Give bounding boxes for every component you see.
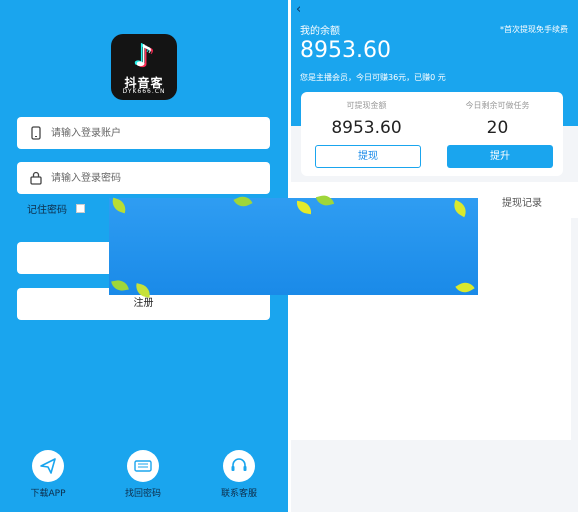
- fee-note: *首次提现免手续费: [500, 25, 568, 34]
- contact-service-label: 联系客服: [220, 489, 257, 499]
- find-password-button[interactable]: 找回密码: [113, 450, 173, 499]
- withdrawable-value: 8953.60: [331, 118, 402, 138]
- phone-icon: [31, 126, 41, 140]
- download-app-label: 下载APP: [30, 489, 66, 499]
- lock-icon: [30, 171, 42, 185]
- app-logo: ♪ 抖音客 DYK666.CN: [111, 34, 177, 100]
- leaf-decoration: [450, 199, 470, 218]
- find-password-label: 找回密码: [124, 489, 161, 499]
- upgrade-button[interactable]: 提升: [447, 145, 553, 168]
- leaf-decoration: [111, 278, 129, 293]
- remember-checkbox[interactable]: [76, 204, 85, 213]
- withdraw-button[interactable]: 提现: [315, 145, 421, 168]
- tab-withdraw-records[interactable]: 提现记录: [502, 194, 542, 209]
- send-icon: [40, 458, 56, 474]
- leaf-decoration: [455, 278, 475, 297]
- overlay-banner: [109, 193, 478, 298]
- password-field: [17, 162, 270, 194]
- keyboard-icon: [134, 460, 152, 472]
- wallet-title: 我的余额: [300, 26, 340, 37]
- password-input[interactable]: [51, 168, 261, 188]
- leaf-decoration: [295, 200, 313, 215]
- withdrawable-label: 可提现金额: [346, 101, 387, 110]
- back-icon[interactable]: ‹: [296, 2, 301, 17]
- tasks-value: 20: [486, 118, 509, 138]
- remember-label: 记住密码: [27, 205, 67, 216]
- music-note-icon: ♪: [134, 39, 154, 74]
- account-field: [17, 117, 270, 149]
- leaf-decoration: [109, 197, 129, 214]
- logo-subtitle: DYK666.CN: [122, 88, 166, 95]
- headset-icon: [231, 458, 247, 471]
- balance-card: 可提现金额 今日剩余可做任务 8953.60 20 提现 提升: [301, 92, 563, 176]
- tasks-label: 今日剩余可做任务: [465, 101, 530, 110]
- account-input[interactable]: [51, 123, 261, 143]
- download-app-button[interactable]: 下载APP: [18, 450, 78, 499]
- earning-summary: 您是主播会员，今日可赚36元，已赚0 元: [300, 73, 446, 82]
- contact-service-button[interactable]: 联系客服: [209, 450, 269, 499]
- balance-amount: 8953.60: [300, 38, 391, 63]
